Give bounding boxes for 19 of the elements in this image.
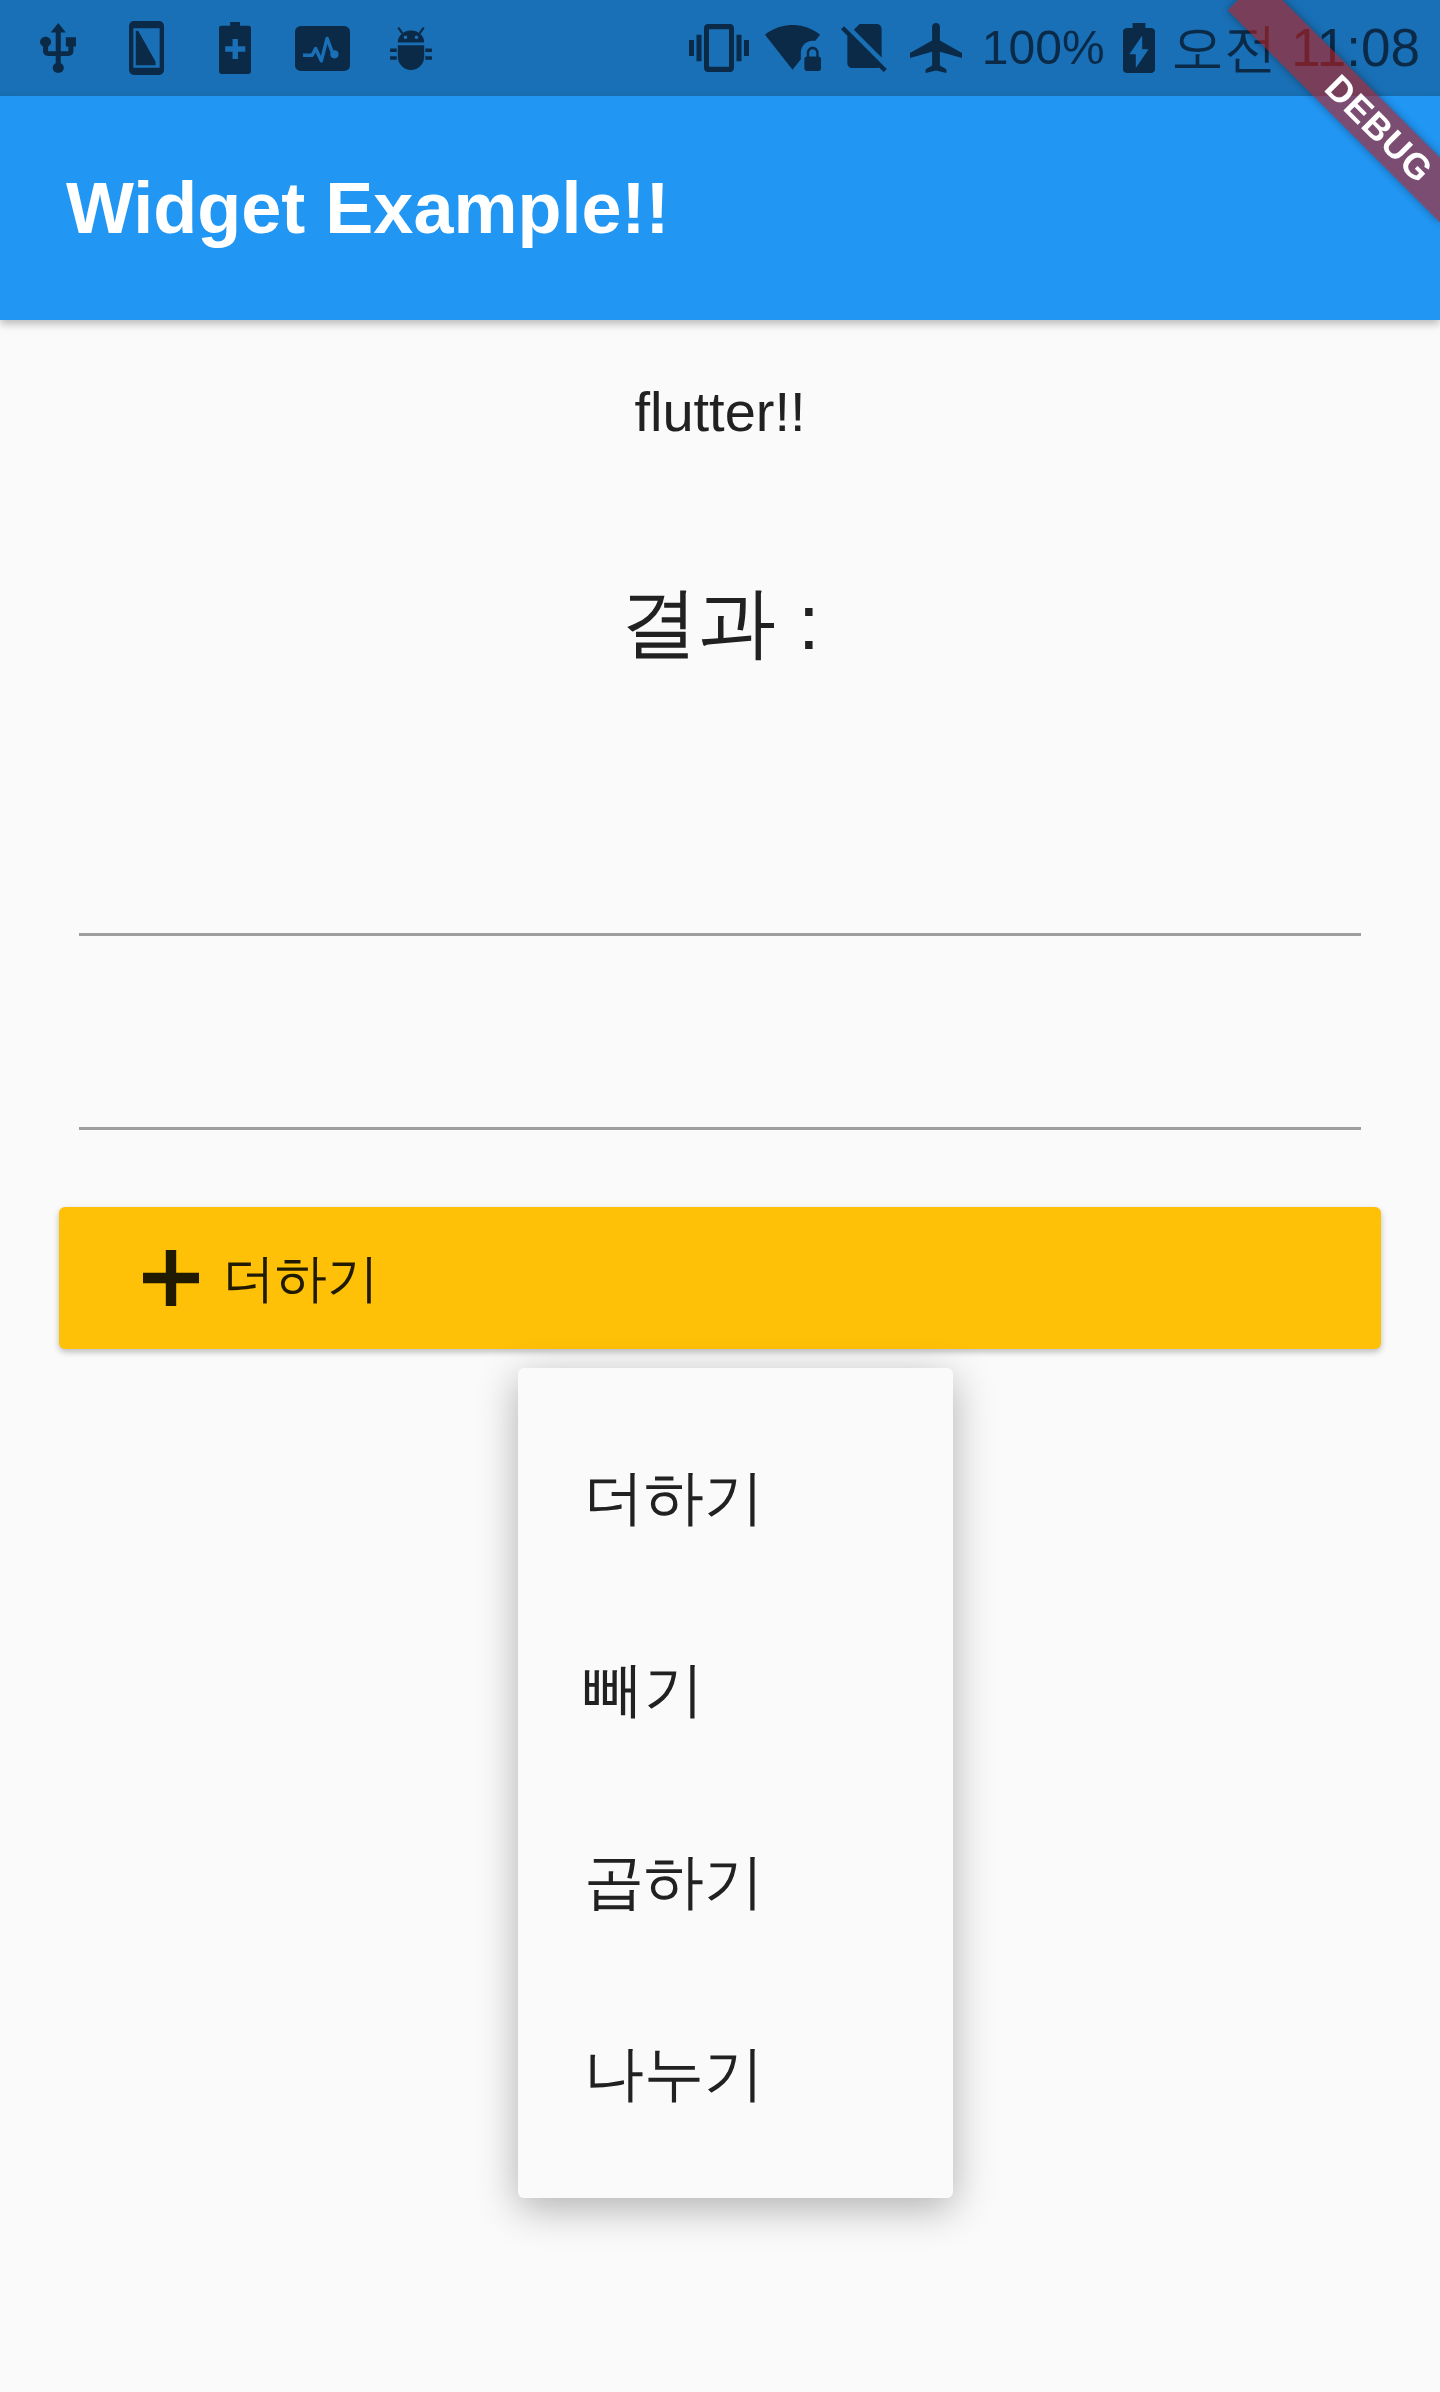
airplane-icon <box>909 23 962 73</box>
menu-item[interactable]: 나누기 <box>518 1978 953 2170</box>
phone-icon <box>129 21 164 75</box>
battery-plus-icon <box>219 22 251 74</box>
vibrate-icon <box>688 24 749 72</box>
plus-icon <box>143 1250 199 1306</box>
result-label: 결과 : <box>620 577 820 668</box>
battery-percentage: 100% <box>981 24 1105 72</box>
menu-item[interactable]: 더하기 <box>518 1402 953 1594</box>
operation-dropdown[interactable]: 더하기 <box>59 1207 1381 1349</box>
caption-text: flutter!! <box>634 382 806 442</box>
battery-charging-icon <box>1122 23 1155 73</box>
usb-icon <box>40 23 76 73</box>
android-bug-icon <box>389 25 433 71</box>
wifi-lock-icon <box>764 25 821 71</box>
pulse-monitor-icon <box>295 25 350 71</box>
menu-item[interactable]: 곱하기 <box>518 1786 953 1978</box>
menu-item[interactable]: 빼기 <box>518 1594 953 1786</box>
no-sim-icon <box>840 24 887 72</box>
